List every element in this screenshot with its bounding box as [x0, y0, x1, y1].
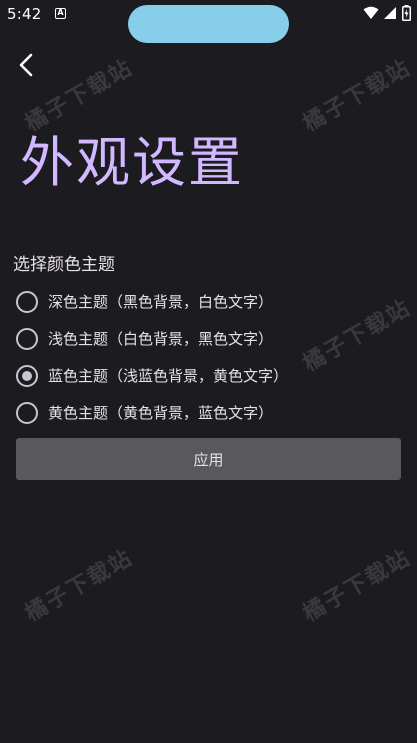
watermark: 橘子下载站 [299, 55, 416, 137]
apply-button[interactable]: 应用 [16, 438, 401, 480]
page-title: 外观设置 [20, 131, 244, 194]
theme-option-yellow[interactable]: 黄色主题（黄色背景，蓝色文字） [16, 394, 406, 431]
theme-option-blue[interactable]: 蓝色主题（浅蓝色背景，黄色文字） [16, 357, 406, 394]
radio-unchecked-icon[interactable] [16, 401, 38, 424]
radio-checked-icon[interactable] [16, 364, 38, 387]
theme-radio-group: 深色主题（黑色背景，白色文字） 浅色主题（白色背景，黑色文字） 蓝色主题（浅蓝色… [16, 283, 406, 431]
radio-unchecked-icon[interactable] [16, 290, 38, 313]
chevron-left-icon [19, 53, 33, 77]
watermark: 橘子下载站 [21, 545, 138, 627]
theme-option-label: 深色主题（黑色背景，白色文字） [48, 293, 274, 311]
notification-icon: A [55, 8, 66, 19]
wifi-icon [363, 6, 379, 20]
battery-charging-icon [402, 5, 411, 21]
signal-icon [384, 6, 397, 20]
theme-option-light[interactable]: 浅色主题（白色背景，黑色文字） [16, 320, 406, 357]
radio-unchecked-icon[interactable] [16, 327, 38, 350]
status-time: 5:42 [7, 5, 42, 23]
theme-option-label: 黄色主题（黄色背景，蓝色文字） [48, 404, 274, 422]
theme-option-dark[interactable]: 深色主题（黑色背景，白色文字） [16, 283, 406, 320]
back-button[interactable] [12, 50, 42, 80]
camera-cutout [128, 5, 289, 43]
theme-option-label: 浅色主题（白色背景，黑色文字） [48, 330, 274, 348]
theme-option-label: 蓝色主题（浅蓝色背景，黄色文字） [48, 367, 289, 385]
status-icons [363, 5, 411, 21]
watermark: 橘子下载站 [299, 545, 416, 627]
theme-section-label: 选择颜色主题 [13, 255, 115, 275]
